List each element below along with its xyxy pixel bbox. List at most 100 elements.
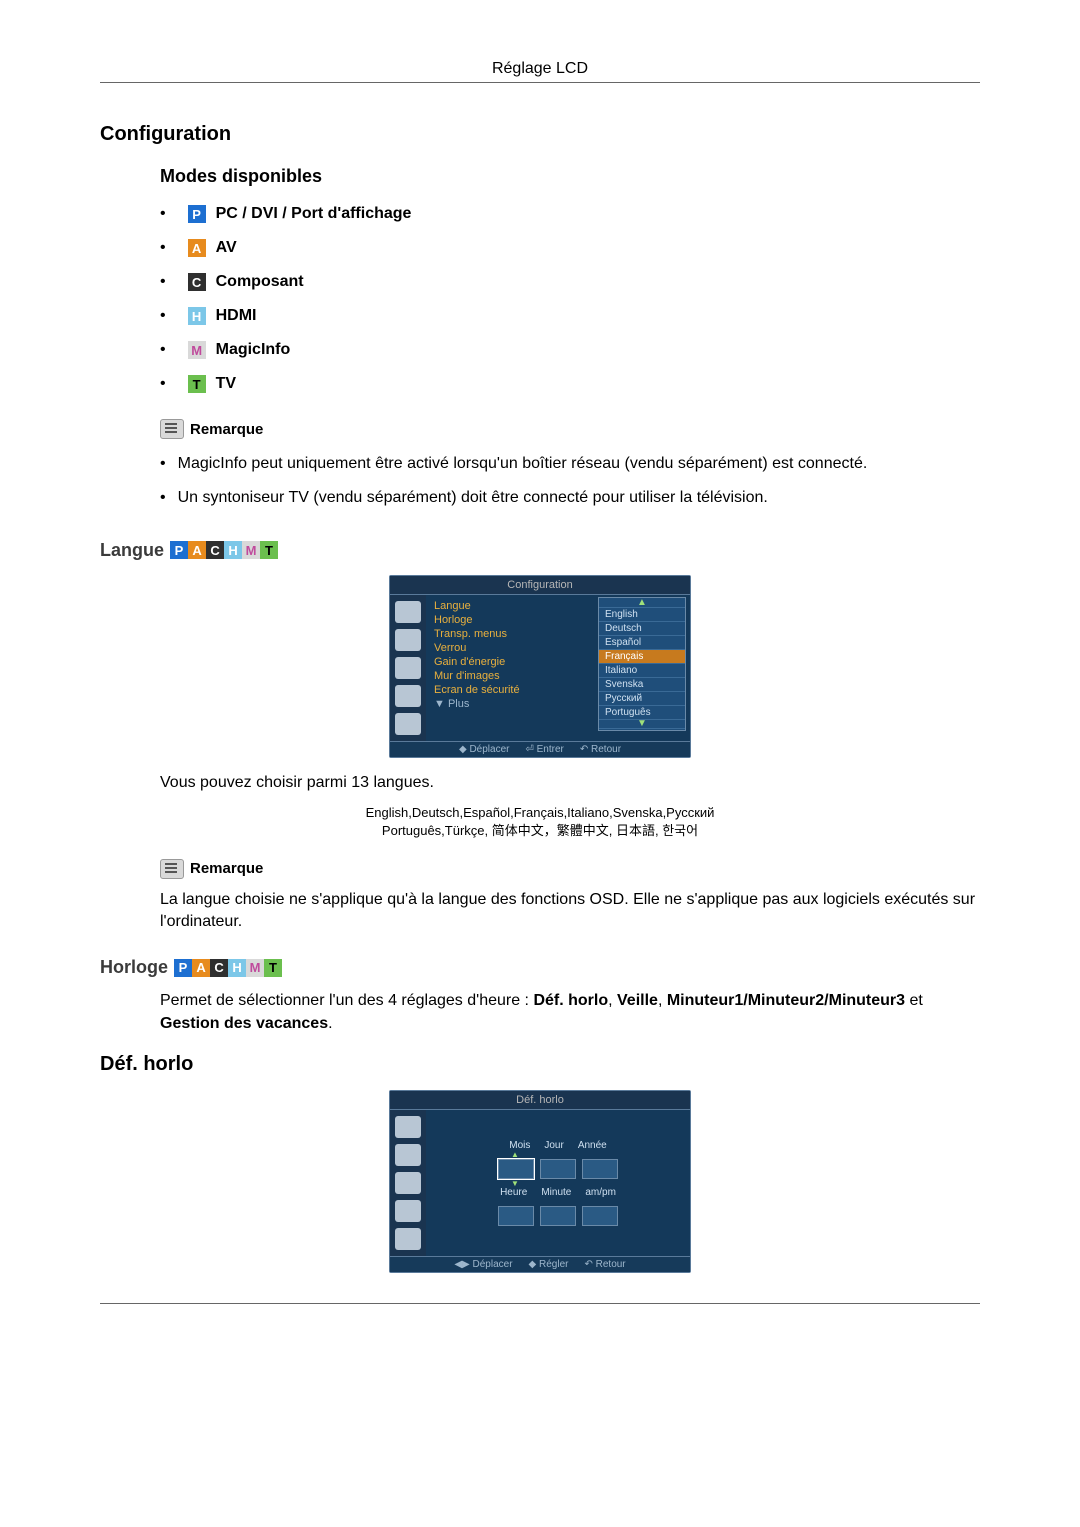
badge-p-icon: P (170, 541, 188, 559)
day-field (540, 1159, 576, 1179)
mode-label: MagicInfo (216, 341, 291, 359)
mode-label: AV (216, 239, 237, 257)
osd-footer-hint: ◆ Déplacer (459, 744, 510, 755)
mode-item: M MagicInfo (160, 333, 980, 367)
divider (100, 82, 980, 83)
badge-h-icon: H (188, 307, 206, 325)
badge-row: P A C H M T (170, 541, 278, 559)
osd-icon (395, 1144, 421, 1166)
note-icon (160, 419, 184, 439)
date-inputs (498, 1158, 618, 1180)
badge-a-icon: A (188, 239, 206, 257)
section-horloge-label: Horloge (100, 957, 168, 978)
osd-icon (395, 601, 421, 623)
dropdown-option: Русский (599, 692, 685, 706)
osd-icon (395, 1172, 421, 1194)
note-item: Un syntoniseur TV (vendu séparément) doi… (160, 481, 980, 515)
osd-icon (395, 685, 421, 707)
mode-item: A AV (160, 231, 980, 265)
badge-m-icon: M (188, 341, 206, 359)
langue-note: La langue choisie ne s'applique qu'à la … (160, 889, 980, 934)
page-header-title: Réglage LCD (100, 60, 980, 78)
dropdown-option: Italiano (599, 664, 685, 678)
dropdown-option: Español (599, 636, 685, 650)
osd-footer-hint: ↶ Retour (580, 744, 621, 755)
badge-c-icon: C (210, 959, 228, 977)
osd-title: Déf. horlo (390, 1091, 690, 1110)
langue-list-line: Português,Türkçe, 简体中文，繁體中文, 日本語, 한국어 (100, 822, 980, 840)
badge-h-icon: H (224, 541, 242, 559)
badge-t-icon: T (188, 375, 206, 393)
badge-p-icon: P (188, 205, 206, 223)
modes-list: P PC / DVI / Port d'affichage A AV C Com… (160, 197, 980, 401)
osd-def-horlo: Déf. horlo Mois Jour Année (389, 1090, 691, 1273)
horloge-text: Permet de sélectionner l'un des 4 réglag… (160, 990, 980, 1035)
langue-intro: Vous pouvez choisir parmi 13 langues. (160, 772, 980, 794)
osd-item-list: Langue Horloge Transp. menus Verrou Gain… (426, 595, 690, 741)
osd-icon (395, 657, 421, 679)
note-item: MagicInfo peut uniquement être activé lo… (160, 447, 980, 481)
mode-label: TV (216, 375, 236, 393)
badge-t-icon: T (260, 541, 278, 559)
mode-item: P PC / DVI / Port d'affichage (160, 197, 980, 231)
badge-c-icon: C (188, 273, 206, 291)
ampm-field (582, 1206, 618, 1226)
month-field (498, 1159, 534, 1179)
langue-list: English,Deutsch,Español,Français,Italian… (100, 804, 980, 840)
remark-heading: Remarque (160, 859, 980, 879)
remark-heading: Remarque (160, 419, 980, 439)
section-langue-label: Langue (100, 540, 164, 561)
osd-icon (395, 1116, 421, 1138)
mode-label: HDMI (216, 307, 257, 325)
mode-item: C Composant (160, 265, 980, 299)
date-labels: Mois Jour Année (509, 1139, 607, 1152)
osd-footer: ◆ Déplacer ⏎ Entrer ↶ Retour (390, 741, 690, 757)
osd-category-icons (390, 1110, 426, 1256)
badge-c-icon: C (206, 541, 224, 559)
badge-p-icon: P (174, 959, 192, 977)
badge-a-icon: A (188, 541, 206, 559)
dropdown-option: Deutsch (599, 622, 685, 636)
osd-title: Configuration (390, 576, 690, 595)
osd-footer-hint: ↶ Retour (584, 1259, 625, 1270)
badge-h-icon: H (228, 959, 246, 977)
year-field (582, 1159, 618, 1179)
badge-row: P A C H M T (174, 959, 282, 977)
osd-icon (395, 1200, 421, 1222)
section-def-horlo: Déf. horlo (100, 1053, 980, 1076)
osd-footer-hint: ◆ Régler (529, 1259, 569, 1270)
badge-t-icon: T (264, 959, 282, 977)
remark-label: Remarque (190, 860, 263, 877)
osd-icon (395, 1228, 421, 1250)
hour-field (498, 1206, 534, 1226)
osd-language-dropdown: ▲ English Deutsch Español Français Itali… (598, 597, 686, 731)
section-horloge: Horloge P A C H M T (100, 957, 980, 978)
langue-list-line: English,Deutsch,Español,Français,Italian… (100, 804, 980, 822)
osd-icon (395, 629, 421, 651)
mode-item: T TV (160, 367, 980, 401)
arrow-up-icon: ▲ (599, 599, 685, 608)
osd-footer-hint: ◀▶ Déplacer (454, 1259, 512, 1270)
osd-defhorlo-panel: Mois Jour Année Heure Minute am/pm (426, 1110, 690, 1256)
divider (100, 1303, 980, 1304)
osd-category-icons (390, 595, 426, 741)
section-langue: Langue P A C H M T (100, 540, 980, 561)
osd-footer: ◀▶ Déplacer ◆ Régler ↶ Retour (390, 1256, 690, 1272)
mode-label: Composant (216, 273, 304, 291)
time-inputs (498, 1205, 618, 1227)
dropdown-option: Svenska (599, 678, 685, 692)
section-modes-disponibles: Modes disponibles (160, 166, 980, 187)
document-page: Réglage LCD Configuration Modes disponib… (0, 0, 1080, 1384)
badge-a-icon: A (192, 959, 210, 977)
remark-notes: MagicInfo peut uniquement être activé lo… (160, 447, 980, 516)
osd-icon (395, 713, 421, 735)
arrow-down-icon: ▼ (599, 720, 685, 729)
dropdown-option: English (599, 608, 685, 622)
mode-label: PC / DVI / Port d'affichage (216, 205, 412, 223)
badge-m-icon: M (242, 541, 260, 559)
osd-footer-hint: ⏎ Entrer (525, 744, 563, 755)
minute-field (540, 1206, 576, 1226)
badge-m-icon: M (246, 959, 264, 977)
dropdown-option-selected: Français (599, 650, 685, 664)
note-icon (160, 859, 184, 879)
